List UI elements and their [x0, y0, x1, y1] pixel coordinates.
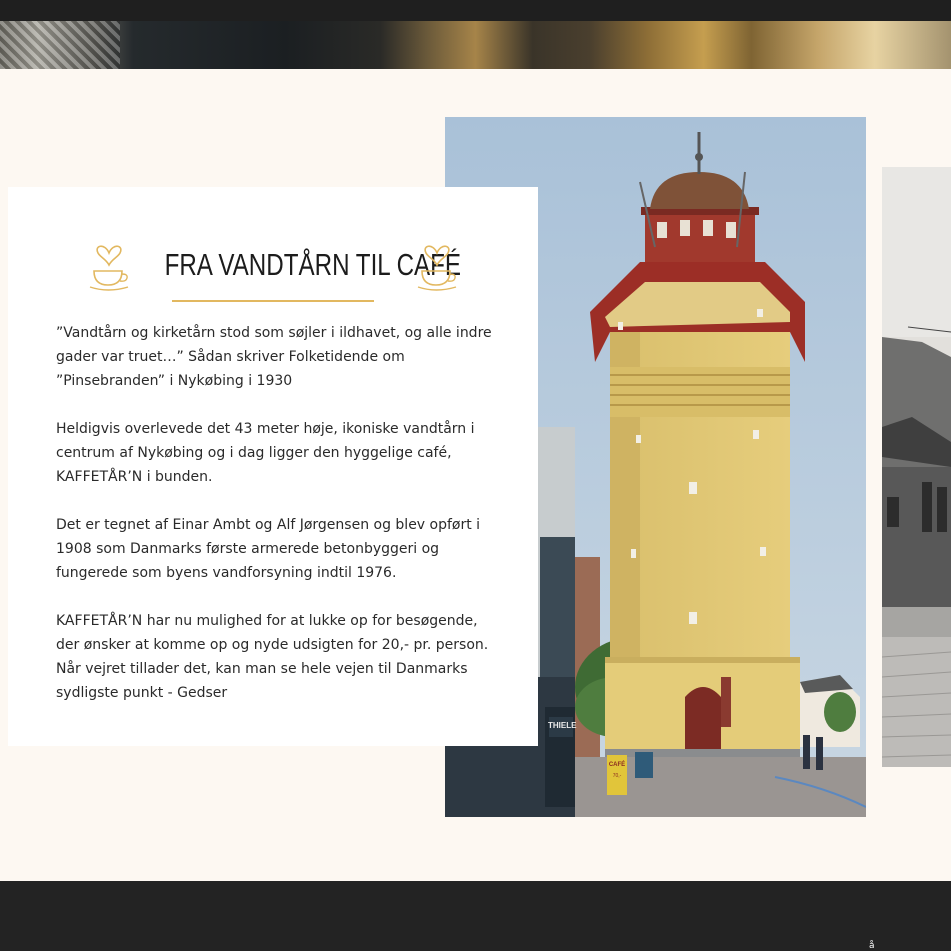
paragraph: Heldigvis overlevede det 43 meter høje, …	[56, 421, 475, 485]
footer: å	[0, 881, 951, 951]
story-text: ”Vandtårn og kirketårn stod som søjler i…	[56, 321, 496, 729]
coffee-cup-heart-icon	[417, 245, 457, 291]
story-card: FRA VANDTÅRN TIL CAFÉ ”Vandtårn og kirke…	[8, 187, 538, 746]
section-title: FRA VANDTÅRN TIL CAFÉ	[164, 247, 462, 282]
title-row: FRA VANDTÅRN TIL CAFÉ	[8, 239, 538, 295]
paragraph: Det er tegnet af Einar Ambt og Alf Jørge…	[56, 517, 481, 581]
coffee-cup-heart-icon	[89, 245, 129, 291]
cafe-board-price: 70,-	[612, 773, 622, 779]
paragraph: ”Vandtårn og kirketårn stod som søjler i…	[56, 325, 492, 389]
footer-mark: å	[869, 941, 875, 951]
hero-glass-detail	[0, 21, 120, 69]
paragraph: KAFFETÅR’N har nu mulighed for at lukke …	[56, 613, 489, 701]
top-bar	[0, 0, 951, 21]
cafe-board: CAFÉ	[608, 762, 626, 768]
hero-banner	[0, 0, 951, 69]
hero-photo	[0, 21, 951, 69]
title-underline	[172, 300, 374, 302]
historic-photo	[882, 167, 951, 767]
store-sign: THIELE	[548, 721, 577, 730]
